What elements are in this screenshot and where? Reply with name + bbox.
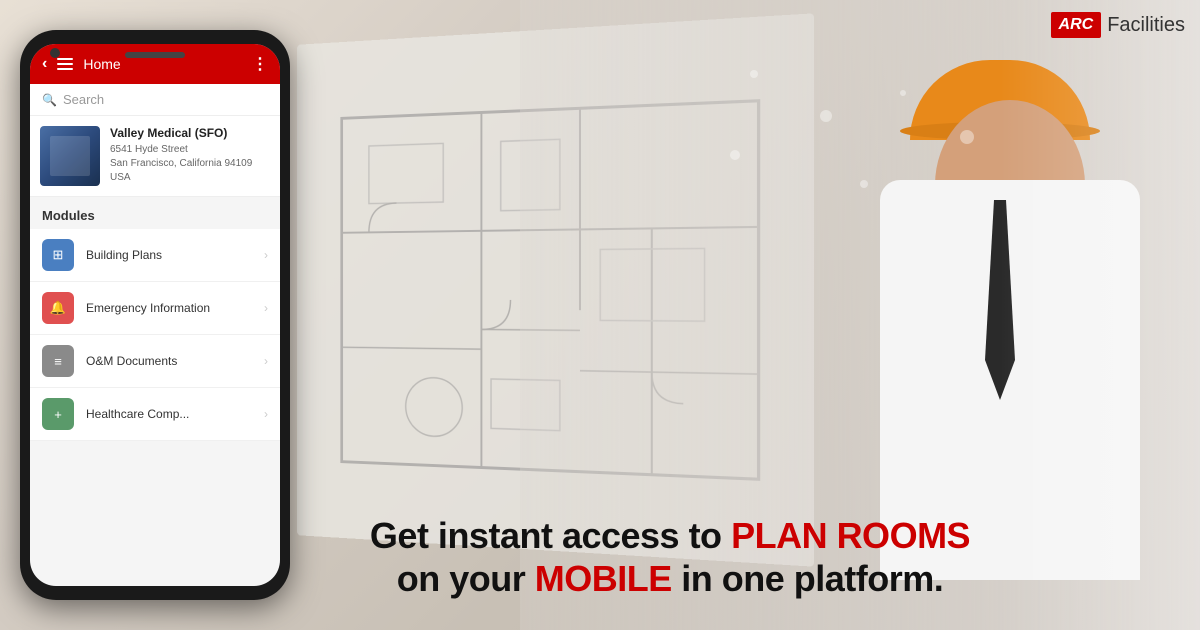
tagline-prefix-1: Get instant access to bbox=[370, 515, 731, 556]
chevron-right-icon-2: › bbox=[264, 301, 268, 315]
arc-logo: ARC Facilities bbox=[1051, 12, 1185, 38]
phone-speaker bbox=[125, 52, 185, 58]
tagline-highlight-1: PLAN ROOMS bbox=[731, 515, 970, 556]
hamburger-icon[interactable] bbox=[57, 58, 73, 70]
more-options-icon[interactable]: ⋮ bbox=[252, 54, 268, 74]
location-image bbox=[40, 126, 100, 186]
location-card[interactable]: Valley Medical (SFO) 6541 Hyde Street Sa… bbox=[30, 116, 280, 197]
building-plans-icon: ⊞ bbox=[42, 239, 74, 271]
tagline-suffix-2: in one platform. bbox=[672, 558, 944, 599]
search-placeholder: Search bbox=[63, 92, 104, 107]
location-address: 6541 Hyde Street San Francisco, Californ… bbox=[110, 143, 270, 185]
modules-title: Modules bbox=[42, 208, 95, 223]
emergency-icon: 🔔 bbox=[42, 292, 74, 324]
tagline-highlight-2: MOBILE bbox=[535, 558, 672, 599]
app-title: Home bbox=[83, 56, 242, 72]
module-item-healthcare[interactable]: + Healthcare Comp... › bbox=[30, 388, 280, 441]
tagline-line-2: on your MOBILE in one platform. bbox=[160, 557, 1180, 600]
om-icon: ≡ bbox=[42, 345, 74, 377]
tagline-prefix-2: on your bbox=[397, 558, 535, 599]
module-item-om[interactable]: ≡ O&M Documents › bbox=[30, 335, 280, 388]
phone-camera bbox=[50, 48, 60, 58]
modules-section: Modules bbox=[30, 197, 280, 229]
module-label-om: O&M Documents bbox=[86, 354, 252, 368]
chevron-right-icon-3: › bbox=[264, 354, 268, 368]
arc-badge: ARC bbox=[1051, 12, 1102, 38]
chevron-right-icon: › bbox=[264, 248, 268, 262]
module-item-building-plans[interactable]: ⊞ Building Plans › bbox=[30, 229, 280, 282]
location-info: Valley Medical (SFO) 6541 Hyde Street Sa… bbox=[110, 126, 270, 186]
search-icon: 🔍 bbox=[42, 93, 57, 107]
light-dots bbox=[700, 50, 1000, 250]
module-label: Building Plans bbox=[86, 248, 252, 262]
phone-screen: ‹ Home ⋮ 🔍 Search Valley Medical (SFO) 6… bbox=[30, 44, 280, 586]
location-name: Valley Medical (SFO) bbox=[110, 126, 270, 140]
chevron-right-icon-4: › bbox=[264, 407, 268, 421]
tagline-line-1: Get instant access to PLAN ROOMS bbox=[160, 514, 1180, 557]
module-label-emergency: Emergency Information bbox=[86, 301, 252, 315]
back-arrow-icon[interactable]: ‹ bbox=[42, 55, 47, 73]
module-label-healthcare: Healthcare Comp... bbox=[86, 407, 252, 421]
facilities-label: Facilities bbox=[1107, 14, 1185, 37]
module-item-emergency[interactable]: 🔔 Emergency Information › bbox=[30, 282, 280, 335]
app-header: ‹ Home ⋮ bbox=[30, 44, 280, 84]
search-bar[interactable]: 🔍 Search bbox=[30, 84, 280, 116]
healthcare-icon: + bbox=[42, 398, 74, 430]
tagline: Get instant access to PLAN ROOMS on your… bbox=[160, 514, 1180, 600]
